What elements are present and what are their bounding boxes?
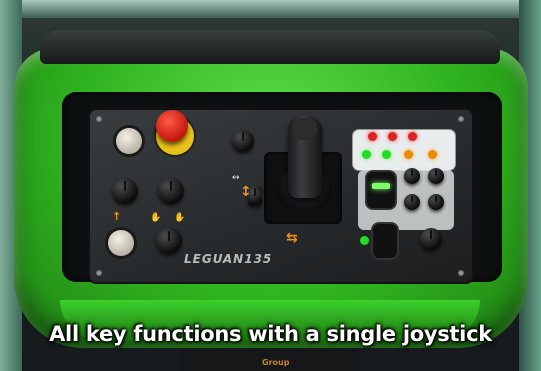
screw <box>458 116 464 122</box>
rocker-switch <box>367 172 395 208</box>
small-knob <box>404 194 420 210</box>
joystick-head <box>293 118 317 140</box>
indicator-light-red <box>408 132 417 141</box>
small-knob <box>428 168 444 184</box>
rocker-indicator <box>372 183 390 189</box>
indicator-light-green <box>362 150 371 159</box>
console-label: Group <box>262 358 290 367</box>
indicator-light-orange <box>404 150 413 159</box>
caption: All key functions with a single joystick <box>49 322 492 346</box>
small-knob <box>428 194 444 210</box>
screw <box>96 116 102 122</box>
indicator-light-red <box>368 132 377 141</box>
arrow-icon: ↑ <box>112 210 122 223</box>
rotary-knob <box>420 228 442 250</box>
rotary-knob <box>232 130 254 152</box>
rocker-switch <box>373 224 397 258</box>
arrow-icon: ↔ <box>232 173 240 183</box>
indicator-light-orange <box>428 150 437 159</box>
screw <box>458 270 464 276</box>
indicator-light-green <box>382 150 391 159</box>
arrow-icon: ⇆ <box>286 230 298 246</box>
indicator-light-red <box>388 132 397 141</box>
white-button-bottom <box>108 230 134 256</box>
emergency-stop-icon <box>156 110 188 142</box>
rotary-knob <box>156 228 182 254</box>
photo: ✋ ✋ ↔ ↕ ⇆ ↑ LEGUAN135 Group All key func… <box>0 0 541 371</box>
indicator-light-green <box>360 236 369 245</box>
small-knob <box>404 168 420 184</box>
arrow-icon: ↕ <box>240 184 252 200</box>
rotary-knob <box>112 178 138 204</box>
rotary-knob <box>158 178 184 204</box>
hand-icon: ✋ <box>174 213 186 223</box>
screw <box>96 270 102 276</box>
hand-icon: ✋ <box>150 213 162 223</box>
background-top <box>0 0 541 18</box>
white-button-top <box>116 128 142 154</box>
housing-top-cover <box>40 30 500 64</box>
brand-logo: LEGUAN135 <box>184 252 273 266</box>
